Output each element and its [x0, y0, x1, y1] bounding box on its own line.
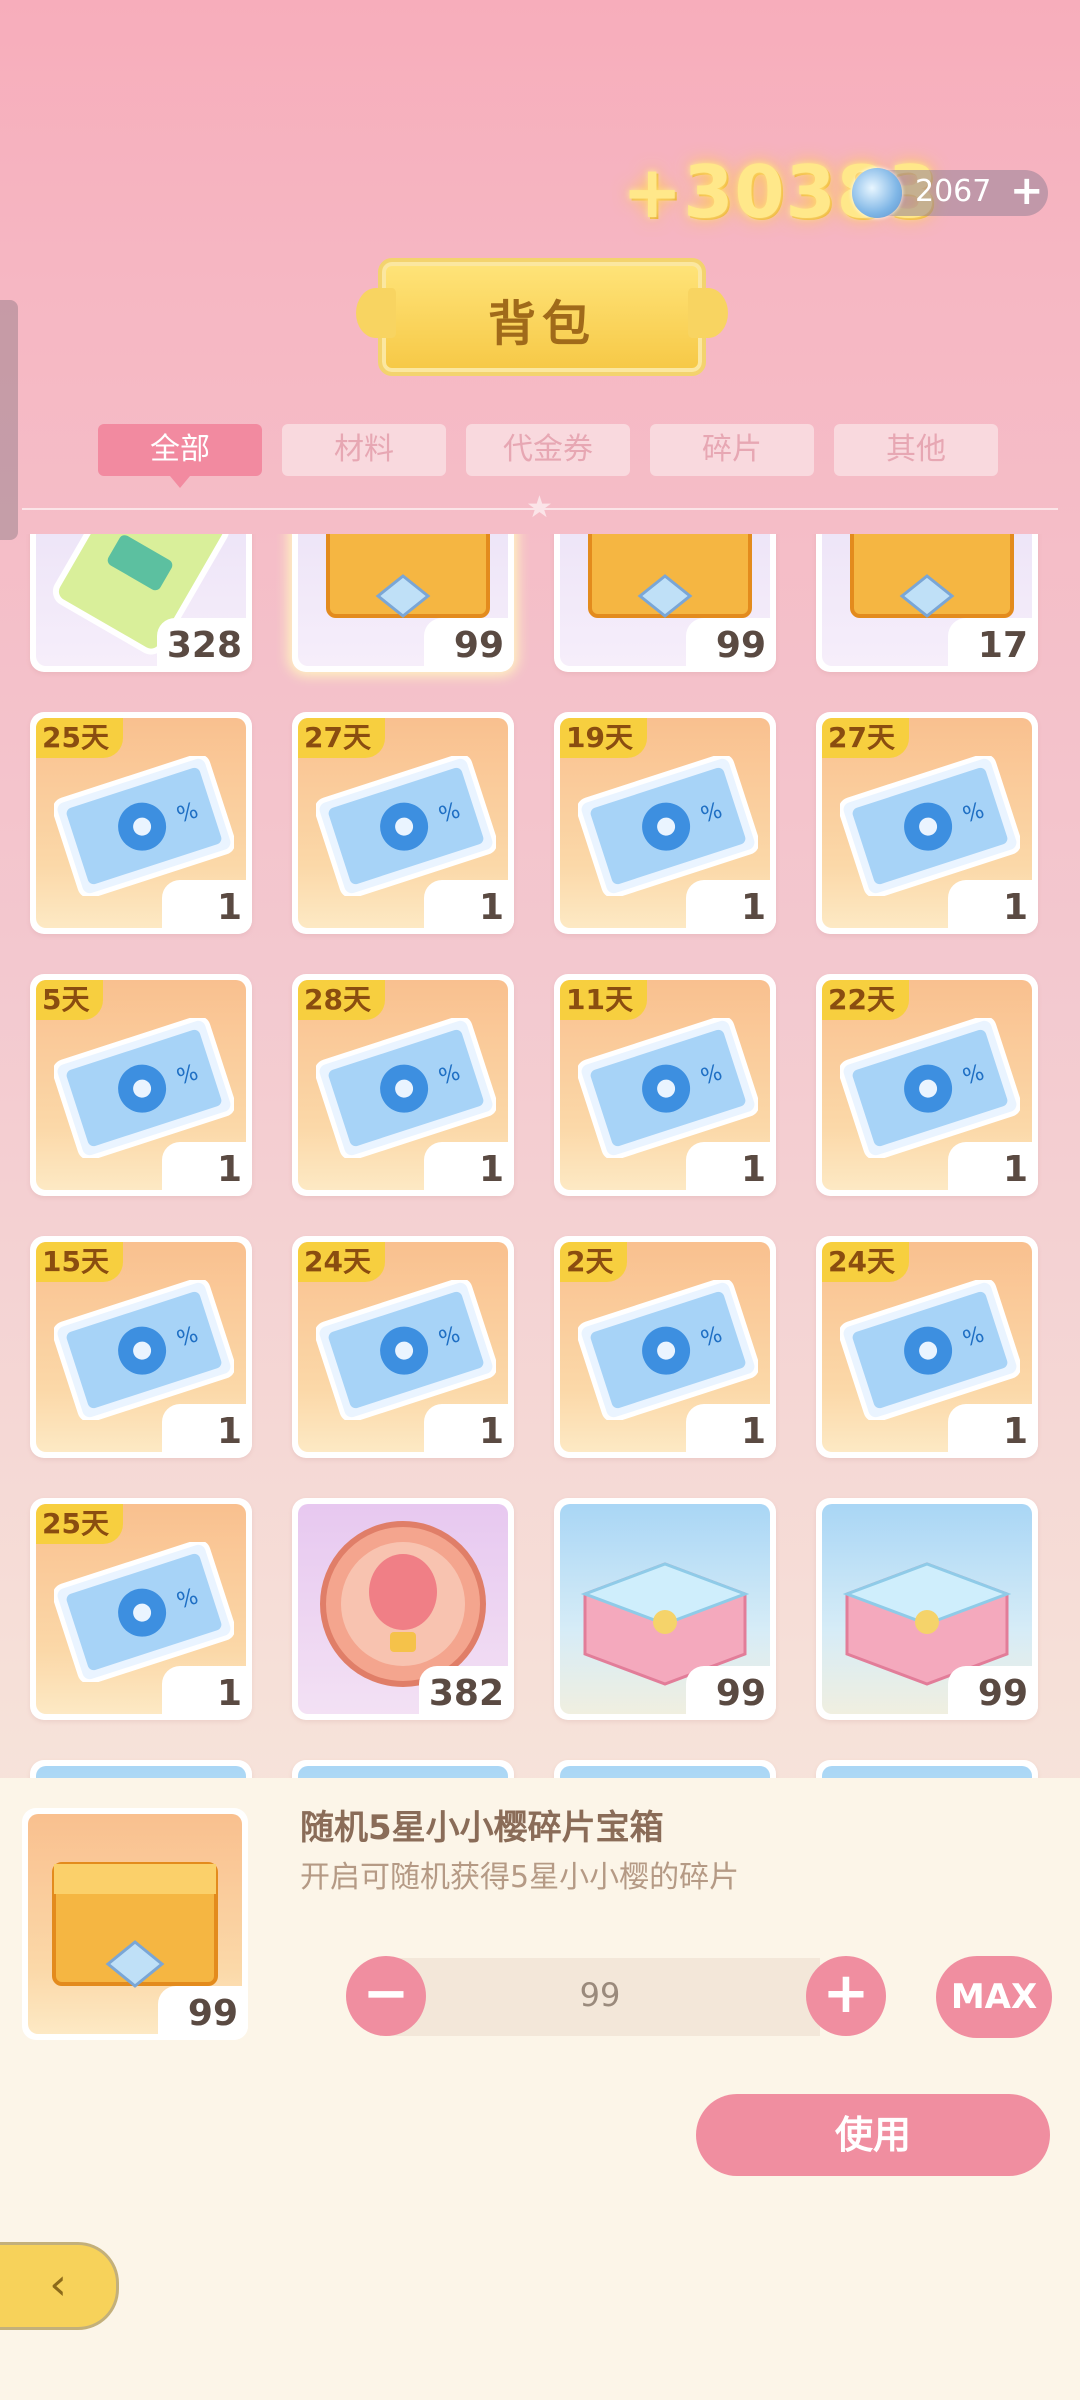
inventory-item[interactable]: % 5天 1 [30, 974, 252, 1196]
item-description: 开启可随机获得5星小小樱的碎片 [300, 1860, 740, 1895]
page-title-plate: 背包 [356, 258, 728, 376]
item-count: 99 [158, 1986, 248, 2040]
gem-icon [852, 168, 902, 218]
item-count: 99 [948, 1666, 1038, 1720]
sale-ticket-icon: % [316, 756, 496, 896]
expiry-badge: 15天 [36, 1242, 123, 1282]
inventory-grid[interactable]: 328 99 99 17 % 25天 1 % 27天 1 % 19天 1 % 2… [0, 534, 1080, 1779]
item-count: 99 [686, 618, 776, 672]
item-count: 1 [424, 1142, 514, 1196]
expiry-badge: 5天 [36, 980, 104, 1020]
back-arrow-icon: ‹ [49, 2259, 67, 2310]
decrease-quantity-button[interactable]: − [346, 1956, 426, 2036]
inventory-item[interactable]: % 27天 1 [292, 712, 514, 934]
add-currency-button[interactable]: + [1010, 168, 1044, 214]
expiry-badge: 2天 [560, 1242, 628, 1282]
tab-vouchers[interactable]: 代金券 [466, 424, 630, 476]
tab-other[interactable]: 其他 [834, 424, 998, 476]
inventory-item[interactable]: 99 [816, 1498, 1038, 1720]
inventory-item[interactable]: % 25天 1 [30, 1498, 252, 1720]
star-icon: ★ [526, 490, 553, 525]
max-quantity-button[interactable]: MAX [936, 1956, 1052, 2038]
expiry-badge: 24天 [298, 1242, 385, 1282]
item-count: 1 [686, 1404, 776, 1458]
side-drawer-handle[interactable] [0, 300, 18, 540]
sale-ticket-icon: % [316, 1280, 496, 1420]
inventory-item[interactable]: 328 [30, 534, 252, 672]
inventory-item[interactable]: % 22天 1 [816, 974, 1038, 1196]
currency-value: 2067 [915, 174, 992, 209]
back-button[interactable]: ‹ [0, 2242, 119, 2330]
expiry-badge: 27天 [298, 718, 385, 758]
sale-ticket-icon: % [840, 1018, 1020, 1158]
item-count: 99 [686, 1666, 776, 1720]
tab-all[interactable]: 全部 [98, 424, 262, 488]
sale-ticket-icon: % [840, 756, 1020, 896]
item-count: 17 [948, 618, 1038, 672]
tab-materials[interactable]: 材料 [282, 424, 446, 476]
inventory-item[interactable] [30, 1760, 252, 1779]
item-count: 1 [162, 880, 252, 934]
expiry-badge: 24天 [822, 1242, 909, 1282]
use-item-button[interactable]: 使用 [696, 2094, 1050, 2176]
expiry-badge: 22天 [822, 980, 909, 1020]
inventory-item[interactable] [816, 1760, 1038, 1779]
expiry-badge: 27天 [822, 718, 909, 758]
inventory-item-selected[interactable]: 99 [292, 534, 514, 672]
sale-ticket-icon: % [316, 1018, 496, 1158]
expiry-badge: 25天 [36, 718, 123, 758]
inventory-item[interactable]: % 27天 1 [816, 712, 1038, 934]
item-count: 1 [162, 1666, 252, 1720]
item-count: 1 [424, 1404, 514, 1458]
inventory-item[interactable]: 99 [554, 534, 776, 672]
page-title: 背包 [487, 296, 596, 352]
inventory-item[interactable]: % 19天 1 [554, 712, 776, 934]
item-count: 1 [686, 880, 776, 934]
item-count: 1 [162, 1142, 252, 1196]
item-name: 随机5星小小樱碎片宝箱 [300, 1808, 664, 1848]
sale-ticket-icon: % [54, 756, 234, 896]
sale-ticket-icon: % [578, 1280, 758, 1420]
item-count: 1 [686, 1142, 776, 1196]
inventory-item[interactable]: % 28天 1 [292, 974, 514, 1196]
sale-ticket-icon: % [578, 756, 758, 896]
item-count: 1 [162, 1404, 252, 1458]
expiry-badge: 11天 [560, 980, 647, 1020]
item-count: 1 [948, 880, 1038, 934]
inventory-item[interactable]: 99 [554, 1498, 776, 1720]
inventory-item[interactable]: % 15天 1 [30, 1236, 252, 1458]
item-count: 99 [424, 618, 514, 672]
inventory-item[interactable]: 17 [816, 534, 1038, 672]
sale-ticket-icon: % [54, 1542, 234, 1682]
item-count: 1 [424, 880, 514, 934]
sale-ticket-icon: % [578, 1018, 758, 1158]
expiry-badge: 25天 [36, 1504, 123, 1544]
item-count: 328 [156, 618, 252, 672]
inventory-item[interactable]: % 24天 1 [292, 1236, 514, 1458]
expiry-badge: 28天 [298, 980, 385, 1020]
item-count: 1 [948, 1404, 1038, 1458]
inventory-item[interactable]: % 11天 1 [554, 974, 776, 1196]
item-count: 1 [948, 1142, 1038, 1196]
sale-ticket-icon: % [840, 1280, 1020, 1420]
inventory-item[interactable] [554, 1760, 776, 1779]
tab-fragments[interactable]: 碎片 [650, 424, 814, 476]
inventory-item[interactable]: % 2天 1 [554, 1236, 776, 1458]
item-count: 382 [418, 1666, 514, 1720]
inventory-item[interactable] [292, 1760, 514, 1779]
sale-ticket-icon: % [54, 1280, 234, 1420]
quantity-value[interactable]: 99 [380, 1976, 820, 2014]
increase-quantity-button[interactable]: + [806, 1956, 886, 2036]
selected-item-preview: 99 [22, 1808, 248, 2040]
inventory-item[interactable]: % 24天 1 [816, 1236, 1038, 1458]
expiry-badge: 19天 [560, 718, 647, 758]
inventory-item[interactable]: 382 [292, 1498, 514, 1720]
sale-ticket-icon: % [54, 1018, 234, 1158]
inventory-item[interactable]: % 25天 1 [30, 712, 252, 934]
